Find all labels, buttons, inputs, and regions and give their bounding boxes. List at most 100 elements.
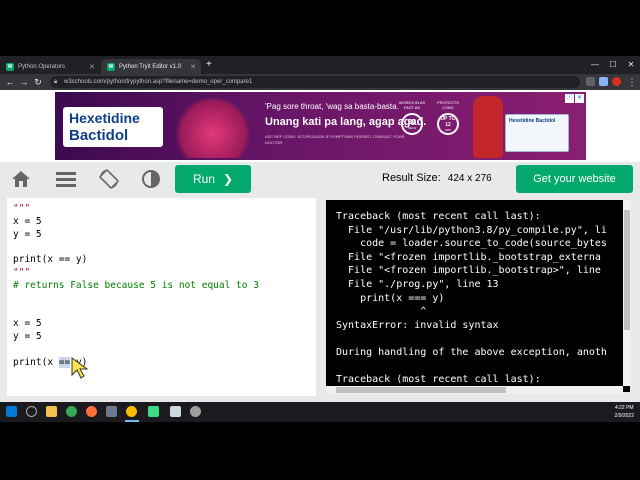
selected-token: == — [58, 356, 71, 368]
system-clock[interactable]: 4:22 PM 2/9/2022 — [615, 404, 634, 420]
taskbar: 4:22 PM 2/9/2022 — [0, 402, 640, 422]
url-text: w3schools.com/python/trypython.asp?filen… — [64, 79, 253, 85]
mouse-cursor-icon — [71, 357, 89, 379]
w3schools-favicon-icon: W — [107, 62, 115, 71]
result-size-value: 424 x 276 — [447, 173, 492, 184]
code-line: """ — [13, 203, 31, 214]
code-line: # returns False because 5 is not equal t… — [13, 279, 259, 291]
address-bar-row: ← → ↻ 🔒︎ w3schools.com/python/trypython.… — [0, 74, 640, 90]
chrome-icon[interactable] — [66, 406, 77, 417]
rotate-orientation-icon[interactable] — [98, 168, 120, 190]
ad-stat-speed: WORKS IN AS FAST AS 30 SECS — [395, 100, 429, 135]
ad-product-box: Hexetidine Bactidol — [505, 114, 569, 152]
ad-close-icon[interactable]: ✕ — [575, 94, 584, 103]
home-icon[interactable] — [10, 168, 32, 190]
ad-choices: ⓘ ✕ — [565, 94, 584, 103]
app-icon[interactable] — [148, 406, 159, 417]
search-icon[interactable] — [26, 406, 37, 417]
output-line: During handling of the above exception, … — [336, 347, 607, 358]
ad-area: Hexetidine Bactidol 'Pag sore throat, 'w… — [0, 90, 640, 162]
ad-stat-label: PROTECTS LONG — [437, 100, 459, 110]
ad-stat-circle: UP TO 12 HRS — [437, 113, 459, 135]
result-size: Result Size: 424 x 276 — [382, 172, 492, 184]
run-button[interactable]: Run ❯ — [175, 165, 251, 193]
ad-fineprint: ASC REF CODE: JET2P0110226 IF SYMPTOMS P… — [265, 134, 405, 145]
scrollbar-thumb[interactable] — [336, 387, 506, 393]
code-line: x = 5 — [13, 215, 42, 227]
tab-label: Python Tryit Editor v1.0 — [119, 63, 182, 70]
close-icon[interactable]: ✕ — [190, 63, 196, 71]
output-line: Traceback (most recent call last): — [336, 374, 541, 386]
tab-python-operators[interactable]: W Python Operators ✕ — [0, 59, 100, 74]
ad-illustration — [173, 98, 253, 158]
menu-kebab-icon[interactable]: ⋮ — [626, 76, 638, 88]
output-line: Traceback (most recent call last): — [336, 211, 541, 222]
chevron-right-icon: ❯ — [222, 172, 234, 186]
window-close-icon[interactable]: ✕ — [622, 56, 640, 72]
ad-stat-value: 30 — [408, 118, 416, 126]
result-size-label: Result Size: — [382, 172, 441, 184]
ad-stat-circle: 30 SECS — [401, 113, 423, 135]
url-input[interactable]: 🔒︎ w3schools.com/python/trypython.asp?fi… — [50, 76, 580, 88]
app-icon[interactable] — [190, 406, 201, 417]
reload-icon[interactable]: ↻ — [32, 76, 44, 88]
code-editor[interactable]: """ x = 5y = 5 print(x == y) """ # returns F… — [7, 198, 316, 396]
w3schools-favicon-icon: W — [6, 62, 14, 71]
forward-arrow-icon[interactable]: → — [18, 76, 30, 88]
output-line: ^ — [336, 306, 427, 318]
lock-icon: 🔒︎ — [54, 79, 58, 85]
tab-python-tryit-editor[interactable]: W Python Tryit Editor v1.0 ✕ — [101, 59, 201, 74]
ad-brand-line1: Hexetidine — [69, 110, 140, 126]
run-button-label: Run — [192, 172, 215, 186]
output-line: print(x === y) — [336, 292, 445, 304]
calculator-icon[interactable] — [170, 406, 181, 417]
editor-panels: """ x = 5y = 5 print(x == y) """ # returns F… — [0, 196, 640, 404]
close-icon[interactable]: ✕ — [89, 63, 95, 71]
app-icon[interactable] — [106, 406, 117, 417]
output-vertical-scrollbar[interactable] — [623, 200, 631, 386]
minimize-icon[interactable]: — — [586, 56, 604, 72]
extensions-icon[interactable] — [599, 77, 608, 86]
file-explorer-icon[interactable] — [46, 406, 57, 417]
tab-label: Python Operators — [18, 63, 66, 70]
windows-start-icon[interactable] — [6, 406, 17, 417]
clock-date: 2/9/2022 — [614, 413, 634, 419]
code-line: y = 5 — [13, 228, 42, 240]
output-line: SyntaxError: invalid syntax — [336, 319, 499, 331]
screen: W Python Operators ✕ W Python Tryit Edit… — [0, 0, 640, 480]
clock-time: 4:22 PM — [614, 405, 634, 411]
browser-tab-strip: W Python Operators ✕ W Python Tryit Edit… — [0, 56, 640, 74]
code-line: print(x == y) — [13, 254, 88, 266]
share-icon[interactable] — [586, 77, 595, 86]
output-horizontal-scrollbar[interactable] — [326, 386, 623, 394]
ad-stat-duration: PROTECTS LONG UP TO 12 HRS — [431, 100, 465, 135]
output-line: File "./prog.py", line 13 — [336, 279, 499, 290]
scrollbar-thumb[interactable] — [624, 210, 630, 330]
ad-product-bottle — [473, 96, 503, 158]
code-line: """ — [13, 267, 31, 278]
new-tab-icon[interactable]: + — [206, 59, 212, 71]
output-line: code = loader.source_to_code(source_byte… — [336, 238, 607, 250]
chrome-active-icon[interactable] — [126, 406, 137, 417]
firefox-icon[interactable] — [86, 406, 97, 417]
maximize-icon[interactable]: ☐ — [604, 56, 622, 72]
code-line: y = 5 — [13, 331, 42, 342]
back-arrow-icon[interactable]: ← — [4, 76, 16, 88]
output-line: File "<frozen importlib._bootstrap_exter… — [336, 251, 601, 263]
ad-stat-unit: HRS — [444, 128, 452, 132]
code-line: x = 5 — [13, 318, 42, 330]
ad-info-icon[interactable]: ⓘ — [565, 94, 574, 103]
get-your-website-button[interactable]: Get your website — [516, 165, 633, 193]
ad-brand-logo: Hexetidine Bactidol — [63, 107, 163, 147]
ad-stat-value: UP TO 12 — [440, 116, 456, 128]
output-line: File "/usr/lib/python3.8/py_compile.py",… — [336, 224, 607, 236]
menu-icon[interactable] — [55, 168, 77, 190]
profile-avatar[interactable] — [612, 77, 621, 86]
output-line: File "<frozen importlib._bootstrap>", li… — [336, 265, 601, 277]
ad-stat-unit: SECS — [407, 125, 417, 130]
editor-toolbar: Run ❯ Result Size: 424 x 276 Get your we… — [0, 162, 640, 196]
ad-banner[interactable]: Hexetidine Bactidol 'Pag sore throat, 'w… — [55, 92, 586, 160]
ad-headline: 'Pag sore throat, 'wag sa basta-basta. — [265, 102, 399, 111]
active-indicator — [125, 420, 139, 422]
dark-mode-icon[interactable] — [140, 168, 162, 190]
